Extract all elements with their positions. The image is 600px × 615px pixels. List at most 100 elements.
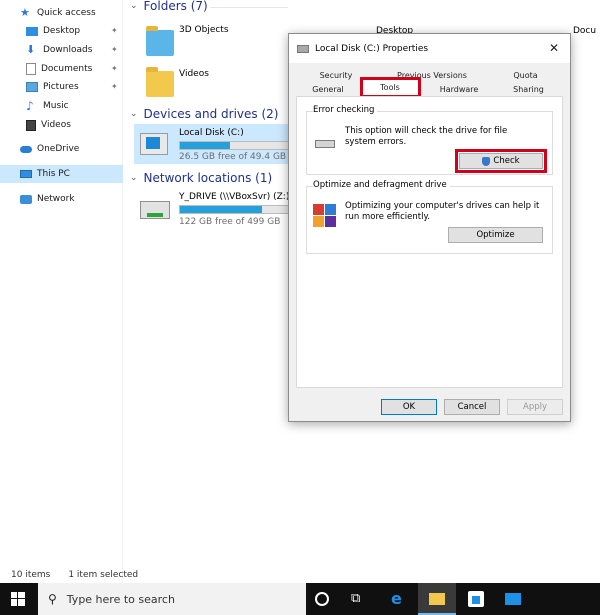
tab-quota[interactable]: Quota	[489, 68, 562, 82]
tab-general[interactable]: General	[297, 82, 359, 96]
local-disk-free: 26.5 GB free of 49.4 GB	[179, 152, 287, 162]
nav-item-downloads[interactable]: ⬇ Downloads ✦	[0, 41, 123, 59]
pictures-icon	[26, 82, 38, 92]
cancel-button-label: Cancel	[457, 402, 487, 412]
network-icon	[20, 194, 32, 204]
network-drive-icon	[140, 201, 170, 219]
tab-label: Security	[319, 70, 353, 80]
tab-hardware[interactable]: Hardware	[423, 82, 495, 96]
pin-icon: ✦	[111, 82, 118, 91]
nav-quick-access-label: Quick access	[37, 8, 96, 18]
cancel-button[interactable]: Cancel	[444, 399, 500, 415]
tab-sharing[interactable]: Sharing	[495, 82, 562, 96]
desktop-icon	[26, 26, 38, 36]
task-view-icon[interactable]: ⧉	[351, 591, 367, 607]
nav-item-desktop[interactable]: Desktop ✦	[0, 22, 123, 40]
status-item-count: 10 items	[11, 570, 51, 580]
local-disk-name: Local Disk (C:)	[179, 128, 244, 138]
3d-objects-folder-icon	[146, 26, 174, 56]
search-placeholder: Type here to search	[66, 592, 175, 606]
file-explorer-taskbar-button[interactable]	[418, 583, 456, 615]
optimize-legend: Optimize and defragment drive	[313, 180, 450, 190]
defragment-icon	[313, 204, 337, 228]
store-icon[interactable]	[468, 591, 484, 607]
download-icon: ⬇	[26, 43, 36, 56]
group-divider	[210, 7, 288, 8]
nav-network-label: Network	[37, 194, 75, 204]
network-drive-item[interactable]: Y_DRIVE (\\VBoxSvr) (Z:) 122 GB free of …	[134, 189, 292, 231]
local-disk-usage-fill	[180, 142, 230, 149]
nav-item-label: Downloads	[43, 45, 93, 55]
nav-item-label: Music	[43, 101, 69, 111]
network-drive-usage-bar	[179, 205, 289, 214]
drive-icon	[297, 44, 309, 53]
error-checking-legend: Error checking	[313, 105, 378, 115]
folder-label: Docu	[573, 26, 597, 36]
folder-label: Videos	[179, 69, 209, 79]
nav-item-pictures[interactable]: Pictures ✦	[0, 78, 123, 96]
nav-item-music[interactable]: ♪ Music	[0, 97, 123, 115]
nav-onedrive-label: OneDrive	[37, 144, 80, 154]
tab-label: Sharing	[513, 84, 544, 94]
cortana-icon[interactable]	[315, 592, 329, 606]
nav-item-videos[interactable]: Videos	[0, 116, 123, 134]
edge-icon[interactable]: e	[391, 591, 407, 607]
videos-icon	[26, 119, 36, 131]
optimize-button-label: Optimize	[476, 230, 515, 240]
ok-button[interactable]: OK	[381, 399, 437, 415]
nav-item-label: Pictures	[43, 82, 79, 92]
dialog-titlebar[interactable]: Local Disk (C:) Properties ✕	[289, 34, 570, 63]
folder-label: 3D Objects	[179, 25, 229, 35]
pin-icon: ✦	[111, 45, 118, 54]
drive-icon	[315, 140, 335, 148]
nav-network[interactable]: Network	[0, 190, 123, 208]
check-button-highlight	[455, 149, 547, 173]
windows-start-icon[interactable]	[11, 592, 25, 606]
drive-icon	[140, 133, 168, 155]
close-icon[interactable]: ✕	[549, 41, 559, 55]
mail-icon[interactable]	[505, 593, 521, 605]
properties-dialog: Local Disk (C:) Properties ✕ Security Pr…	[288, 33, 571, 422]
ok-button-label: OK	[402, 402, 416, 412]
network-header-label: Network locations (1)	[143, 171, 273, 185]
taskbar: ⚲ Type here to search ⧉ e	[0, 583, 600, 615]
nav-this-pc-label: This PC	[37, 169, 70, 179]
star-icon: ★	[20, 6, 30, 19]
folder-videos[interactable]: Videos	[140, 63, 250, 103]
network-drive-name: Y_DRIVE (\\VBoxSvr) (Z:)	[179, 192, 290, 202]
network-locations-group-header[interactable]: ⌄ Network locations (1)	[130, 170, 300, 186]
nav-item-label: Videos	[41, 120, 71, 130]
apply-button[interactable]: Apply	[507, 399, 563, 415]
document-icon	[26, 63, 36, 75]
cloud-icon	[20, 145, 32, 153]
folders-header-label: Folders (7)	[143, 0, 208, 13]
folder-3d-objects[interactable]: 3D Objects	[140, 20, 250, 60]
nav-this-pc[interactable]: This PC	[0, 165, 123, 183]
devices-group-header[interactable]: ⌄ Devices and drives (2)	[130, 106, 300, 122]
local-disk-usage-bar	[179, 141, 289, 150]
status-bar: 10 items 1 item selected	[0, 567, 600, 583]
nav-onedrive[interactable]: OneDrive	[0, 140, 123, 158]
local-disk-item[interactable]: Local Disk (C:) 26.5 GB free of 49.4 GB	[134, 124, 292, 164]
tools-tab-panel: Error checking This option will check th…	[296, 96, 563, 388]
chevron-down-icon: ⌄	[130, 109, 138, 119]
tab-label: Hardware	[439, 84, 479, 94]
apply-button-label: Apply	[523, 402, 547, 412]
folder-documents[interactable]: Docu	[570, 26, 600, 40]
tools-tab-highlight	[360, 77, 421, 98]
nav-item-documents[interactable]: Documents ✦	[0, 60, 123, 78]
tab-label: General	[312, 84, 344, 94]
taskbar-search-box[interactable]: ⚲ Type here to search	[38, 583, 306, 615]
dialog-title: Local Disk (C:) Properties	[315, 43, 429, 54]
error-checking-description: This option will check the drive for fil…	[345, 126, 508, 147]
optimize-button[interactable]: Optimize	[448, 227, 543, 243]
windows-logo-icon	[146, 137, 160, 149]
nav-quick-access[interactable]: ★ Quick access	[0, 4, 123, 22]
nav-item-label: Desktop	[43, 26, 81, 36]
music-icon: ♪	[26, 99, 34, 113]
folder-icon	[429, 593, 445, 605]
chevron-down-icon: ⌄	[130, 1, 138, 11]
navigation-pane: ★ Quick access Desktop ✦ ⬇ Downloads ✦ D…	[0, 0, 123, 583]
tab-label: Quota	[513, 70, 538, 80]
status-selected-count: 1 item selected	[68, 570, 139, 580]
